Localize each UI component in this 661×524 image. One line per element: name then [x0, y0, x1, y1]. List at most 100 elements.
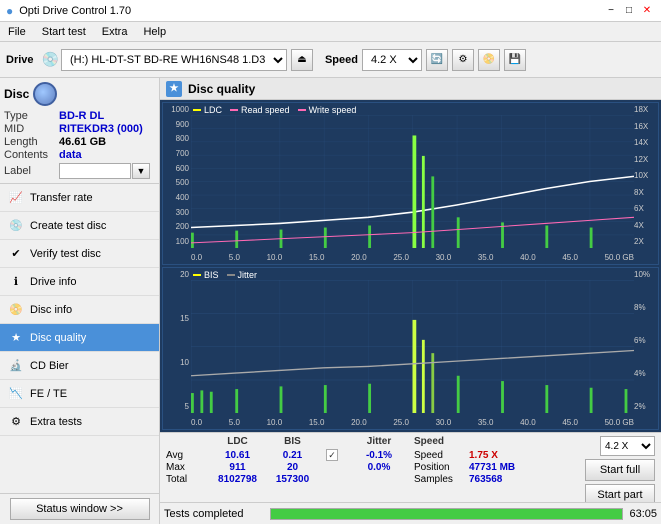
sidebar-label-transfer-rate: Transfer rate: [30, 192, 93, 204]
stats-table: LDC BIS Jitter Speed Avg 10.61 0.21 ✓: [166, 436, 579, 485]
drive-icon: 💿: [42, 51, 59, 68]
total-bis: 157300: [265, 474, 320, 485]
speed-col-header: Speed: [414, 436, 484, 447]
maximize-button[interactable]: □: [621, 3, 637, 19]
disc-info-icon: 📀: [8, 302, 24, 318]
sidebar-item-fe-te[interactable]: 📉 FE / TE: [0, 380, 159, 408]
bis-legend-item: BIS: [193, 270, 219, 280]
titlebar-controls: − □ ✕: [603, 3, 655, 19]
verify-test-disc-icon: ✔: [8, 246, 24, 262]
label-browse-button[interactable]: ▼: [132, 163, 150, 179]
progress-bar-fill: [271, 509, 622, 519]
sidebar-label-cd-bier: CD Bier: [30, 360, 69, 372]
cd-bier-icon: 🔬: [8, 358, 24, 374]
sidebar-item-transfer-rate[interactable]: 📈 Transfer rate: [0, 184, 159, 212]
save-button[interactable]: 💾: [504, 49, 526, 71]
status-time: 63:05: [629, 508, 657, 520]
bis-x-axis: 0.05.010.015.020.0 25.030.035.040.045.05…: [191, 418, 634, 427]
toolbar: Drive 💿 (H:) HL-DT-ST BD-RE WH16NS48 1.D…: [0, 42, 661, 78]
jitter-legend-label: Jitter: [238, 270, 258, 280]
ldc-chart-svg: [191, 115, 634, 248]
max-ldc: 911: [210, 462, 265, 473]
ldc-chart: LDC Read speed Write speed 1000900800700…: [162, 102, 659, 265]
label-input[interactable]: [59, 163, 131, 179]
refresh-button[interactable]: 🔄: [426, 49, 448, 71]
ldc-chart-legend: LDC Read speed Write speed: [193, 105, 356, 115]
ldc-y-axis-right: 18X16X14X12X10X 8X6X4X2X: [634, 103, 658, 248]
menu-extra[interactable]: Extra: [98, 24, 132, 40]
main-area: Disc Type BD-R DL MID RITEKDR3 (000) Len…: [0, 78, 661, 524]
bis-chart-svg: [191, 280, 634, 413]
jitter-checkbox[interactable]: ✓: [326, 449, 338, 461]
sidebar-item-cd-bier[interactable]: 🔬 CD Bier: [0, 352, 159, 380]
avg-jitter: -0.1%: [344, 450, 414, 461]
read-speed-legend-label: Read speed: [241, 105, 290, 115]
close-button[interactable]: ✕: [639, 3, 655, 19]
max-bis: 20: [265, 462, 320, 473]
transfer-rate-icon: 📈: [8, 190, 24, 206]
drive-label: Drive: [6, 54, 34, 66]
settings-button[interactable]: ⚙: [452, 49, 474, 71]
stats-main: LDC BIS Jitter Speed Avg 10.61 0.21 ✓: [166, 436, 655, 506]
sidebar-item-create-test-disc[interactable]: 💿 Create test disc: [0, 212, 159, 240]
samples-label: Samples: [414, 474, 469, 485]
drive-select[interactable]: (H:) HL-DT-ST BD-RE WH16NS48 1.D3: [61, 49, 287, 71]
eject-button[interactable]: ⏏: [291, 49, 313, 71]
disc-quality-title: Disc quality: [188, 82, 255, 96]
write-speed-legend-item: Write speed: [298, 105, 357, 115]
contents-value: data: [59, 149, 82, 161]
sidebar-item-drive-info[interactable]: ℹ Drive info: [0, 268, 159, 296]
max-jitter: 0.0%: [344, 462, 414, 473]
sidebar-label-drive-info: Drive info: [30, 276, 76, 288]
ldc-col-header: LDC: [210, 436, 265, 447]
sidebar-item-extra-tests[interactable]: ⚙ Extra tests: [0, 408, 159, 436]
disc-quality-icon: ★: [8, 330, 24, 346]
menu-help[interactable]: Help: [139, 24, 170, 40]
status-text: Tests completed: [164, 508, 264, 520]
disc-button[interactable]: 📀: [478, 49, 500, 71]
minimize-button[interactable]: −: [603, 3, 619, 19]
mid-label: MID: [4, 123, 59, 135]
write-speed-legend-label: Write speed: [309, 105, 357, 115]
content-area: ★ Disc quality LDC Read speed: [160, 78, 661, 524]
read-speed-legend-item: Read speed: [230, 105, 290, 115]
sidebar-label-extra-tests: Extra tests: [30, 416, 82, 428]
ldc-y-axis-left: 1000900800700600 500400300200100: [163, 103, 191, 248]
avg-label: Avg: [166, 450, 210, 461]
status-window-button[interactable]: Status window >>: [10, 498, 150, 520]
charts-container: LDC Read speed Write speed 1000900800700…: [160, 100, 661, 432]
contents-label: Contents: [4, 149, 59, 161]
drive-info-icon: ℹ: [8, 274, 24, 290]
stats-speed-select[interactable]: 4.2 X: [600, 436, 655, 456]
jitter-legend-item: Jitter: [227, 270, 258, 280]
avg-ldc: 10.61: [210, 450, 265, 461]
jitter-col-header: Jitter: [344, 436, 414, 447]
position-label: Position: [414, 462, 469, 473]
sidebar-label-disc-info: Disc info: [30, 304, 72, 316]
ldc-legend-label: LDC: [204, 105, 222, 115]
total-ldc: 8102798: [210, 474, 265, 485]
speed-select[interactable]: 4.2 X: [362, 49, 422, 71]
length-value: 46.61 GB: [59, 136, 106, 148]
speed-label: Speed: [325, 54, 358, 66]
position-value: 47731 MB: [469, 462, 515, 473]
sidebar-label-disc-quality: Disc quality: [30, 332, 86, 344]
app-icon: ●: [6, 4, 13, 18]
max-label: Max: [166, 462, 210, 473]
bis-y-axis-right: 10%8%6%4%2%: [634, 268, 658, 413]
sidebar-label-create-test-disc: Create test disc: [30, 220, 106, 232]
ldc-x-axis: 0.05.010.015.020.0 25.030.035.040.045.05…: [191, 253, 634, 262]
extra-tests-icon: ⚙: [8, 414, 24, 430]
menubar: File Start test Extra Help: [0, 22, 661, 42]
start-full-button[interactable]: Start full: [585, 459, 655, 481]
sidebar-item-disc-info[interactable]: 📀 Disc info: [0, 296, 159, 324]
speed-value: 1.75 X: [469, 450, 498, 461]
app-title: Opti Drive Control 1.70: [19, 5, 131, 17]
menu-start-test[interactable]: Start test: [38, 24, 90, 40]
fe-te-icon: 📉: [8, 386, 24, 402]
bis-y-axis-left: 2015105: [163, 268, 191, 413]
sidebar-item-verify-test-disc[interactable]: ✔ Verify test disc: [0, 240, 159, 268]
create-test-disc-icon: 💿: [8, 218, 24, 234]
sidebar-item-disc-quality[interactable]: ★ Disc quality: [0, 324, 159, 352]
menu-file[interactable]: File: [4, 24, 30, 40]
